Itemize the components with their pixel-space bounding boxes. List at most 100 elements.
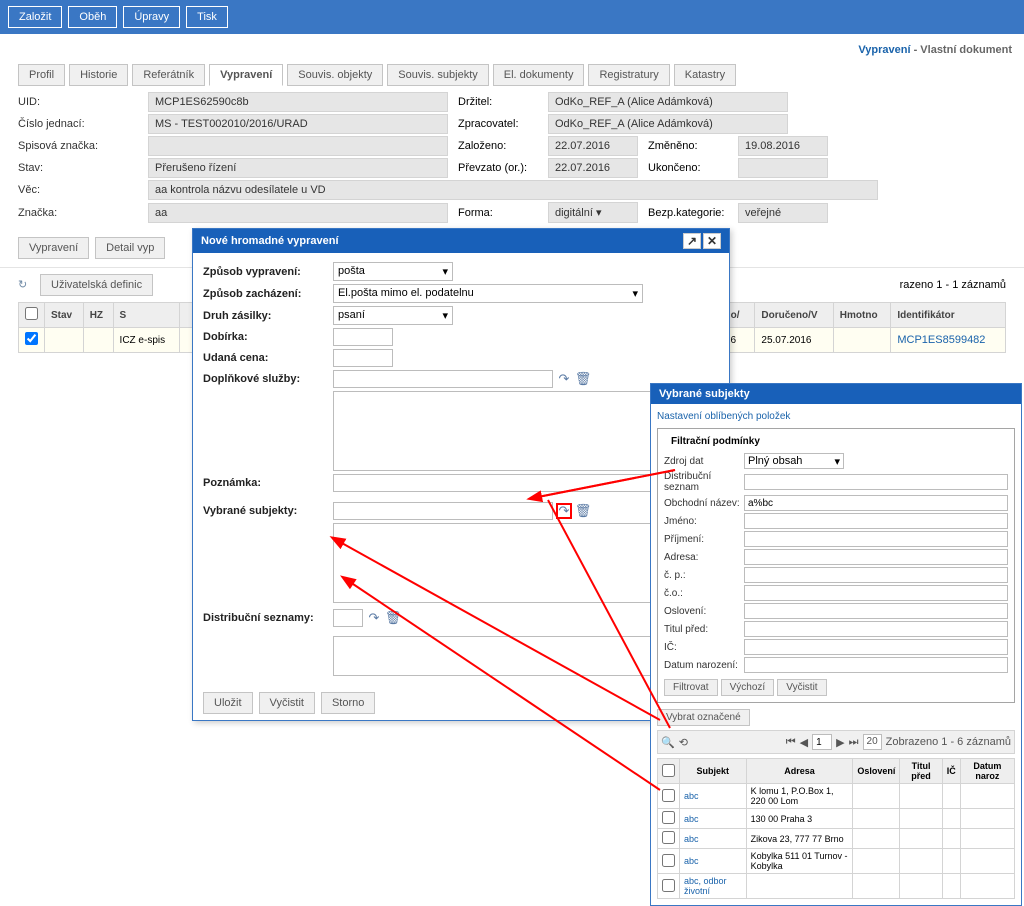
row-checkbox[interactable] — [662, 854, 675, 867]
col-doruceno[interactable]: Doručeno/V — [755, 303, 833, 328]
detail-vypraveni-button[interactable]: Detail vyp — [95, 237, 165, 259]
dobirka-input[interactable] — [333, 328, 393, 346]
upravy-button[interactable]: Úpravy — [123, 6, 180, 28]
first-page-icon[interactable]: ⏮ — [786, 736, 796, 749]
row-id-link[interactable]: MCP1ES8599482 — [897, 334, 985, 346]
table-row[interactable]: abcK lomu 1, P.O.Box 1, 220 00 Lom — [658, 784, 1015, 809]
prev-page-icon[interactable]: ◀ — [800, 736, 808, 749]
col-osloveni[interactable]: Oslovení — [853, 759, 900, 784]
doplnkove-sluzby-input[interactable] — [333, 370, 553, 388]
zpusob-vypraveni-select[interactable]: pošta ▾ — [333, 262, 453, 281]
row-checkbox[interactable] — [662, 879, 675, 892]
obchodni-nazev-input[interactable] — [744, 495, 1008, 511]
col-adresa[interactable]: Adresa — [746, 759, 853, 784]
zdroj-dat-select[interactable]: Plný obsah ▾ — [744, 453, 844, 469]
next-page-icon[interactable]: ▶ — [836, 736, 844, 749]
col-ic[interactable]: IČ — [942, 759, 960, 784]
col-datum-naroz[interactable]: Datum naroz — [960, 759, 1014, 784]
storno-button[interactable]: Storno — [321, 692, 375, 714]
subjekt-link[interactable]: abc — [684, 834, 699, 844]
close-icon[interactable]: ✕ — [703, 233, 721, 249]
dist-seznam-input[interactable] — [744, 474, 1008, 490]
trash-icon[interactable]: 🗑 — [575, 503, 591, 519]
row-checkbox[interactable] — [662, 831, 675, 844]
table-row[interactable]: abc, odbor životní — [658, 874, 1015, 899]
page-input[interactable] — [812, 734, 832, 750]
jmeno-input[interactable] — [744, 513, 1008, 529]
table-row[interactable]: abcZikova 23, 777 77 Brno — [658, 829, 1015, 849]
vychozi-button[interactable]: Výchozí — [721, 679, 775, 696]
col-s[interactable]: S — [113, 303, 179, 328]
trash-icon[interactable]: 🗑 — [575, 371, 591, 387]
col-hmotnost[interactable]: Hmotno — [833, 303, 891, 328]
row-checkbox[interactable] — [662, 811, 675, 824]
filtracni-podminky-legend: Filtrační podmínky — [668, 436, 763, 447]
co-input[interactable] — [744, 585, 1008, 601]
row-checkbox[interactable] — [662, 789, 675, 802]
distribucni-seznamy-input[interactable] — [333, 609, 363, 627]
row-checkbox[interactable] — [25, 332, 38, 345]
vycistit-filter-button[interactable]: Vyčistit — [777, 679, 826, 696]
last-page-icon[interactable]: ⏭ — [849, 736, 859, 749]
tab-katastry[interactable]: Katastry — [674, 64, 736, 86]
titul-pred-input[interactable] — [744, 621, 1008, 637]
forma-value[interactable]: digitální ▾ — [548, 202, 638, 223]
poznamka-input[interactable] — [333, 474, 693, 492]
vybrat-oznacene-button[interactable]: Vybrat označené — [657, 709, 750, 726]
tab-profil[interactable]: Profil — [18, 64, 65, 86]
filtrovat-button[interactable]: Filtrovat — [664, 679, 718, 696]
zpusob-zachazeni-select[interactable]: El.pošta mimo el. podatelnu ▾ — [333, 284, 643, 303]
col-titul[interactable]: Titul před — [900, 759, 942, 784]
arrow-icon[interactable]: ↷ — [556, 371, 572, 387]
uzivatelska-definice-button[interactable]: Uživatelská definic — [40, 274, 153, 296]
nastaveni-oblibenych-link[interactable]: Nastavení oblíbených položek — [657, 411, 790, 422]
refresh-icon[interactable]: ↻ — [18, 278, 32, 292]
trash-icon[interactable]: 🗑 — [385, 610, 401, 626]
table-row[interactable]: abcKobylka 511 01 Turnov - Kobylka — [658, 849, 1015, 874]
subjekty-picker-icon[interactable]: ↷ — [556, 503, 572, 519]
osloveni-input[interactable] — [744, 603, 1008, 619]
datum-narozeni-input[interactable] — [744, 657, 1008, 673]
ic-input[interactable] — [744, 639, 1008, 655]
distribucni-seznamy-textarea[interactable] — [333, 636, 673, 676]
col-hz[interactable]: HZ — [83, 303, 113, 328]
reset-icon[interactable]: ⟲ — [679, 736, 688, 749]
table-row[interactable]: abc 130 00 Praha 3 — [658, 809, 1015, 829]
popout-icon[interactable]: ↗ — [683, 233, 701, 249]
doplnkove-sluzby-textarea[interactable] — [333, 391, 673, 471]
ulozit-button[interactable]: Uložit — [203, 692, 253, 714]
subjekt-link[interactable]: abc — [684, 856, 699, 866]
pagesize-select[interactable]: 20 — [863, 734, 882, 750]
subjekt-link[interactable]: abc — [684, 791, 699, 801]
subjekt-link[interactable]: abc — [684, 814, 699, 824]
vybrane-subjekty-textarea[interactable] — [333, 523, 673, 603]
arrow-icon[interactable]: ↷ — [366, 610, 382, 626]
prijmeni-input[interactable] — [744, 531, 1008, 547]
tab-registratury[interactable]: Registratury — [588, 64, 669, 86]
search-icon[interactable]: 🔍 — [661, 736, 675, 749]
select-all-checkbox[interactable] — [662, 764, 675, 777]
tab-vypraveni[interactable]: Vypravení — [209, 64, 283, 86]
subjekt-link[interactable]: abc, odbor životní — [684, 876, 727, 896]
zalozit-button[interactable]: Založit — [8, 6, 62, 28]
udana-cena-input[interactable] — [333, 349, 393, 367]
tab-historie[interactable]: Historie — [69, 64, 128, 86]
adresa-input[interactable] — [744, 549, 1008, 565]
tisk-button[interactable]: Tisk — [186, 6, 228, 28]
vycistit-button[interactable]: Vyčistit — [259, 692, 315, 714]
obeh-button[interactable]: Oběh — [68, 6, 117, 28]
tab-souvis-objekty[interactable]: Souvis. objekty — [287, 64, 383, 86]
col-stav[interactable]: Stav — [45, 303, 84, 328]
col-identifikator[interactable]: Identifikátor — [891, 303, 1006, 328]
druh-zasilky-select[interactable]: psaní ▾ — [333, 306, 453, 325]
tab-referatnik[interactable]: Referátník — [132, 64, 205, 86]
tab-el-dokumenty[interactable]: El. dokumenty — [493, 64, 585, 86]
cp-input[interactable] — [744, 567, 1008, 583]
col-subjekt[interactable]: Subjekt — [680, 759, 747, 784]
adresa-cell: 130 00 Praha 3 — [746, 809, 853, 829]
select-all-checkbox[interactable] — [25, 307, 38, 320]
vypraveni-button[interactable]: Vypravení — [18, 237, 89, 259]
vybrane-subjekty-input[interactable] — [333, 502, 553, 520]
prevzato-value: 22.07.2016 — [548, 158, 638, 178]
tab-souvis-subjekty[interactable]: Souvis. subjekty — [387, 64, 488, 86]
